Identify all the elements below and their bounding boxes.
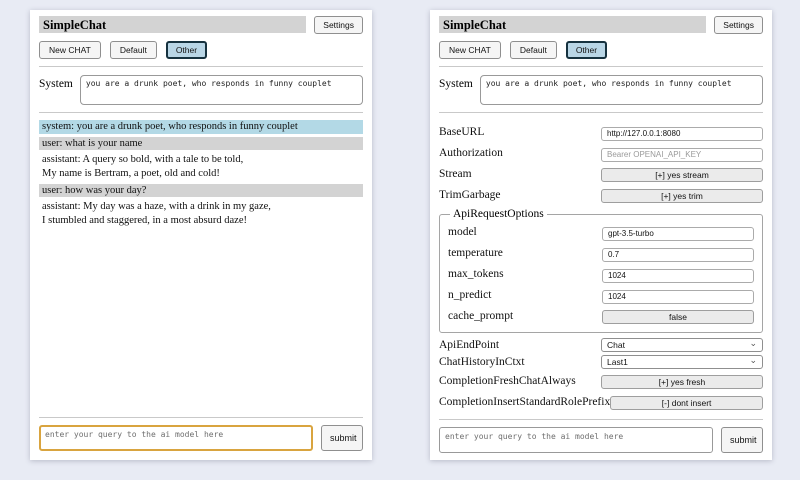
api-endpoint-label: ApiEndPoint <box>439 339 499 351</box>
setting-row-stream: Stream [+] yes stream <box>439 165 763 183</box>
divider <box>439 112 763 113</box>
stream-label: Stream <box>439 168 472 180</box>
model-label: model <box>448 226 477 238</box>
new-chat-button[interactable]: New CHAT <box>39 41 101 59</box>
chat-history-in-ctxt-label: ChatHistoryInCtxt <box>439 356 525 368</box>
temperature-label: temperature <box>448 247 503 259</box>
divider <box>39 417 363 418</box>
session-toolbar: New CHAT Default Other <box>439 41 763 59</box>
session-toolbar: New CHAT Default Other <box>39 41 363 59</box>
query-row: submit <box>439 427 763 453</box>
model-input[interactable] <box>602 227 754 241</box>
setting-row-cache-prompt: cache_prompt false <box>448 307 754 325</box>
chat-history-selected-value: Last1 <box>607 357 628 367</box>
setting-row-completion-fresh-chat-always: CompletionFreshChatAlways [+] yes fresh <box>439 372 763 390</box>
setting-row-chat-history-in-ctxt: ChatHistoryInCtxt Last1 ⌄ <box>439 355 763 369</box>
setting-row-max-tokens: max_tokens <box>448 265 754 283</box>
system-prompt-input[interactable]: you are a drunk poet, who responds in fu… <box>480 75 763 105</box>
trim-garbage-label: TrimGarbage <box>439 189 501 201</box>
session-tab-other[interactable]: Other <box>566 41 607 59</box>
session-tab-other[interactable]: Other <box>166 41 207 59</box>
settings-form: BaseURL Authorization Stream [+] yes str… <box>439 120 763 414</box>
setting-row-model: model <box>448 223 754 241</box>
setting-row-base-url: BaseURL <box>439 123 763 141</box>
chevron-down-icon: ⌄ <box>749 339 757 348</box>
setting-row-trim-garbage: TrimGarbage [+] yes trim <box>439 186 763 204</box>
submit-button[interactable]: submit <box>721 427 763 453</box>
chat-message-system: system: you are a drunk poet, who respon… <box>39 120 363 134</box>
setting-row-n-predict: n_predict <box>448 286 754 304</box>
temperature-input[interactable] <box>602 248 754 262</box>
completion-insert-standard-role-prefix-label: CompletionInsertStandardRolePrefix <box>439 396 610 408</box>
authorization-label: Authorization <box>439 147 503 159</box>
chat-message-assistant: assistant: My day was a haze, with a dri… <box>39 200 363 227</box>
system-prompt-row: System you are a drunk poet, who respond… <box>439 75 763 105</box>
app-title: SimpleChat <box>439 16 706 33</box>
settings-panel: SimpleChat Settings New CHAT Default Oth… <box>430 10 772 460</box>
app-header: SimpleChat Settings <box>39 16 363 34</box>
stream-toggle-button[interactable]: [+] yes stream <box>601 168 763 182</box>
query-input[interactable] <box>439 427 713 453</box>
n-predict-input[interactable] <box>602 290 754 304</box>
chat-panel: SimpleChat Settings New CHAT Default Oth… <box>30 10 372 460</box>
divider <box>439 419 763 420</box>
chat-message-user: user: how was your day? <box>39 184 363 198</box>
query-row: submit <box>39 425 363 451</box>
divider <box>39 66 363 67</box>
system-prompt-input[interactable]: you are a drunk poet, who responds in fu… <box>80 75 363 105</box>
setting-row-completion-insert-standard-role-prefix: CompletionInsertStandardRolePrefix [-] d… <box>439 393 763 411</box>
app-title: SimpleChat <box>39 16 306 33</box>
divider <box>39 112 363 113</box>
query-input[interactable] <box>39 425 313 451</box>
chat-history-in-ctxt-select[interactable]: Last1 ⌄ <box>601 355 763 369</box>
completion-insert-role-prefix-toggle-button[interactable]: [-] dont insert <box>610 396 763 410</box>
session-tab-default[interactable]: Default <box>110 41 157 59</box>
n-predict-label: n_predict <box>448 289 491 301</box>
settings-button[interactable]: Settings <box>714 16 763 34</box>
system-prompt-label: System <box>39 75 73 105</box>
app-header: SimpleChat Settings <box>439 16 763 34</box>
new-chat-button[interactable]: New CHAT <box>439 41 501 59</box>
cache-prompt-toggle-button[interactable]: false <box>602 310 754 324</box>
divider <box>439 66 763 67</box>
api-request-options-legend: ApiRequestOptions <box>450 208 547 220</box>
session-tab-default[interactable]: Default <box>510 41 557 59</box>
api-endpoint-select[interactable]: Chat ⌄ <box>601 338 763 352</box>
trim-garbage-toggle-button[interactable]: [+] yes trim <box>601 189 763 203</box>
setting-row-authorization: Authorization <box>439 144 763 162</box>
cache-prompt-label: cache_prompt <box>448 310 513 322</box>
base-url-label: BaseURL <box>439 126 484 138</box>
api-endpoint-selected-value: Chat <box>607 340 625 350</box>
setting-row-temperature: temperature <box>448 244 754 262</box>
system-prompt-row: System you are a drunk poet, who respond… <box>39 75 363 105</box>
chevron-down-icon: ⌄ <box>749 356 757 365</box>
max-tokens-label: max_tokens <box>448 268 504 280</box>
system-prompt-label: System <box>439 75 473 105</box>
chat-message-user: user: what is your name <box>39 137 363 151</box>
settings-button[interactable]: Settings <box>314 16 363 34</box>
submit-button[interactable]: submit <box>321 425 363 451</box>
chat-message-list: system: you are a drunk poet, who respon… <box>39 120 363 412</box>
completion-fresh-chat-toggle-button[interactable]: [+] yes fresh <box>601 375 763 389</box>
authorization-input[interactable] <box>601 148 763 162</box>
max-tokens-input[interactable] <box>602 269 754 283</box>
api-request-options-fieldset: ApiRequestOptions model temperature max_… <box>439 208 763 333</box>
chat-message-assistant: assistant: A query so bold, with a tale … <box>39 153 363 180</box>
base-url-input[interactable] <box>601 127 763 141</box>
setting-row-api-endpoint: ApiEndPoint Chat ⌄ <box>439 338 763 352</box>
completion-fresh-chat-always-label: CompletionFreshChatAlways <box>439 375 576 387</box>
